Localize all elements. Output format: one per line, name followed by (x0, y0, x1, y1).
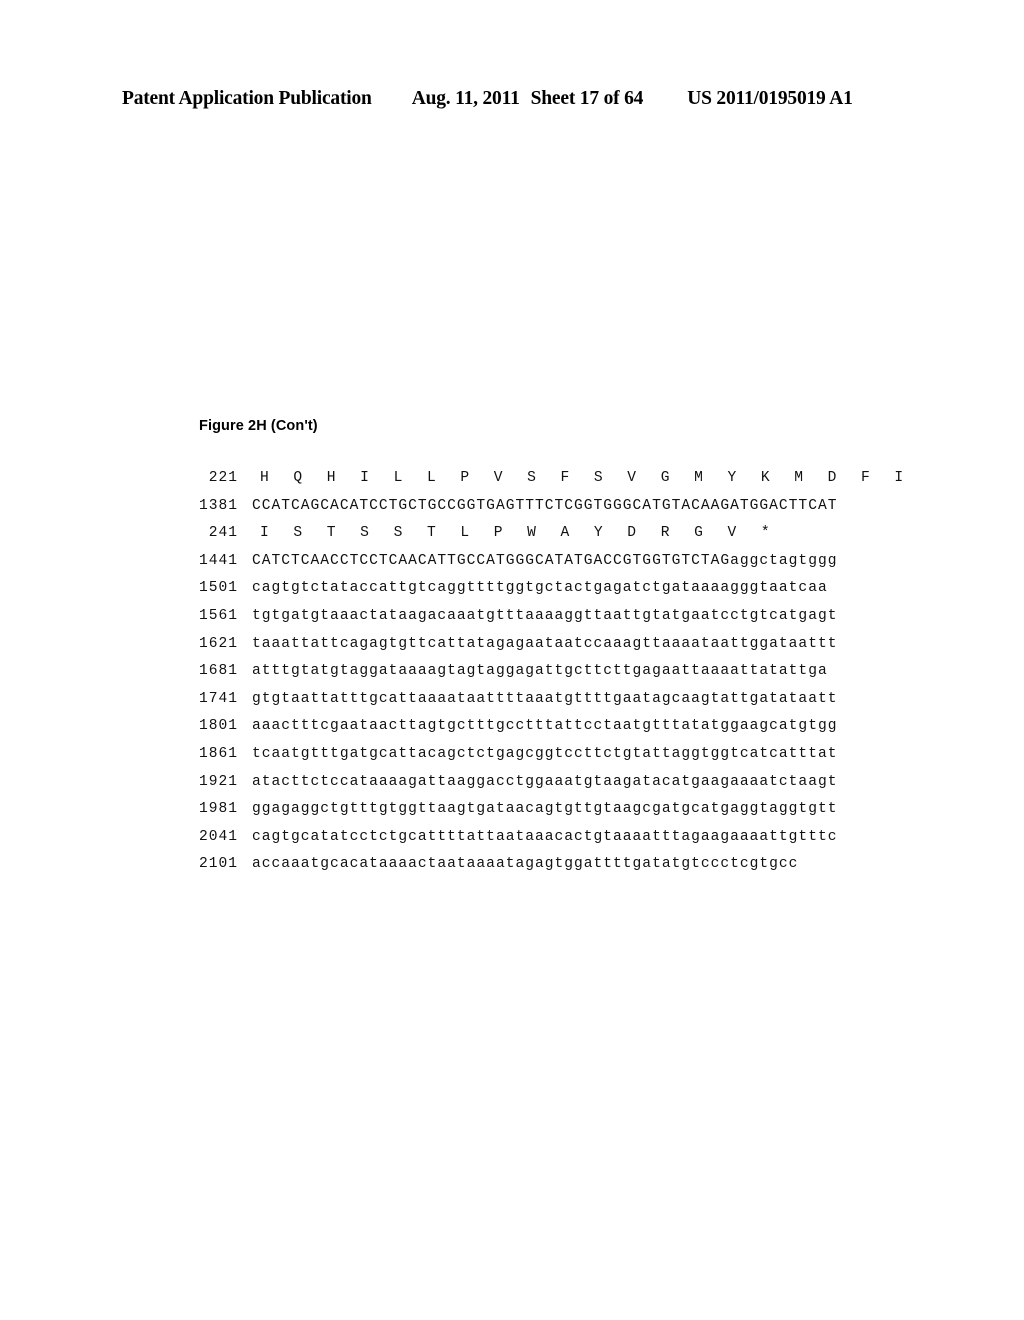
sequence-position-number: 1621 (198, 635, 238, 652)
publication-title: Patent Application Publication (122, 88, 372, 109)
amino-acid-residue: W (527, 525, 537, 542)
sequence-row: 1441 CATCTCAACCTCCTCAACATTGCCATGGGCATATGA… (186, 553, 886, 581)
sequence-row: 1381 CCATCAGCACATCCTGCTGCCGGTGAGTTTCTCGGT… (186, 498, 886, 526)
nucleotide-sequence: atacttctccataaaagattaaggacctggaaatgtaaga… (252, 773, 838, 790)
amino-acid-residue: L (460, 525, 471, 542)
amino-acid-residue: S (293, 525, 304, 542)
sequence-row: 1681 atttgtatgtaggataaaagtagtaggagattgctt… (186, 663, 886, 691)
amino-acid-residue: L (426, 470, 437, 486)
amino-acid-residue: G (660, 470, 671, 486)
amino-acid-residue: S (527, 470, 537, 486)
nucleotide-sequence: cagtgcatatcctctgcattttattaataaacactgtaaa… (252, 828, 838, 845)
sequence-row: 1981 ggagaggctgtttgtggttaagtgataacagtgttg… (186, 801, 886, 829)
sequence-row: 1501 cagtgtctataccattgtcaggttttggtgctactg… (186, 580, 886, 608)
sequence-row: 1921 atacttctccataaaagattaaggacctggaaatgt… (186, 774, 886, 802)
amino-acid-residue: A (560, 525, 571, 542)
amino-acid-residue: S (393, 525, 404, 542)
nucleotide-sequence: tgtgatgtaaactataagacaaatgtttaaaaggttaatt… (252, 607, 838, 624)
sheet-number: Sheet 17 of 64 (530, 88, 644, 109)
protein-residue-sequence: I S T S S T L P W A Y D R G V * (260, 525, 794, 541)
sequence-position-number: 1981 (198, 801, 238, 818)
sequence-position-number: 1381 (198, 497, 238, 514)
amino-acid-residue: Q (293, 470, 304, 486)
sequence-position-number: 2041 (198, 828, 238, 845)
amino-acid-residue: L (393, 470, 404, 486)
amino-acid-residue: K (760, 470, 771, 486)
sequence-position-number: 1921 (198, 773, 238, 790)
sequence-position-number: 221 (208, 470, 238, 486)
nucleotide-sequence: ggagaggctgtttgtggttaagtgataacagtgttgtaag… (252, 801, 838, 818)
amino-acid-residue: H (326, 470, 337, 486)
sequence-position-number: 2101 (198, 856, 238, 873)
amino-acid-residue: F (861, 470, 871, 486)
sequence-row: 1861 tcaatgtttgatgcattacagctctgagcggtcctt… (186, 746, 886, 774)
sequence-row: 241 I S T S S T L P W A Y D R G V * (186, 525, 886, 553)
patent-number: US 2011/0195019 A1 (687, 88, 853, 109)
amino-acid-residue: P (460, 470, 471, 486)
sequence-position-number: 1681 (198, 663, 238, 680)
sequence-position-number: 241 (208, 525, 238, 542)
amino-acid-residue: S (593, 470, 604, 486)
sequence-row: 221 H Q H I L L P V S F S V G M Y K M D F I (186, 470, 903, 498)
sequence-listing: 221 H Q H I L L P V S F S V G M Y K M D F I 1381 CCATCAGCACATC… (186, 470, 903, 884)
amino-acid-residue: I (260, 525, 270, 542)
nucleotide-sequence: gtgtaattatttgcattaaaataattttaaatgttttgaa… (252, 690, 838, 707)
amino-acid-residue: * (760, 525, 771, 542)
sequence-position-number: 1561 (198, 607, 238, 624)
figure-caption: Figure 2H (Con't) (199, 418, 318, 434)
sequence-position-number: 1861 (198, 745, 238, 762)
sequence-position-number: 1741 (198, 690, 238, 707)
amino-acid-residue: H (260, 470, 270, 486)
sequence-row: 1741 gtgtaattatttgcattaaaataattttaaatgttt… (186, 691, 886, 719)
amino-acid-residue: V (493, 470, 504, 486)
amino-acid-residue: D (627, 525, 638, 542)
protein-residue-sequence: HQHILLPVSFSVGMYKMDFI (260, 470, 928, 486)
amino-acid-residue: T (426, 525, 437, 542)
nucleotide-sequence: CCATCAGCACATCCTGCTGCCGGTGAGTTTCTCGGTGGGC… (252, 497, 838, 514)
nucleotide-sequence: accaaatgcacataaaactaataaaatagagtggattttg… (252, 856, 799, 873)
amino-acid-residue: P (493, 525, 504, 542)
sequence-row: 2101 accaaatgcacataaaactaataaaatagagtggat… (186, 856, 886, 884)
page-running-header: Patent Application Publication Aug. 11, … (122, 88, 902, 110)
amino-acid-residue: R (660, 525, 671, 542)
amino-acid-residue: D (827, 470, 838, 486)
amino-acid-residue: M (694, 470, 704, 486)
nucleotide-sequence: CATCTCAACCTCCTCAACATTGCCATGGGCATATGACCGT… (252, 552, 838, 569)
amino-acid-residue: T (326, 525, 337, 542)
amino-acid-residue: S (360, 525, 370, 542)
amino-acid-residue: Y (593, 525, 604, 542)
sequence-row: 1561 tgtgatgtaaactataagacaaatgtttaaaaggtt… (186, 608, 886, 636)
amino-acid-residue: I (360, 470, 370, 486)
nucleotide-sequence: atttgtatgtaggataaaagtagtaggagattgcttcttg… (252, 663, 828, 680)
sequence-row: 1621 taaattattcagagtgttcattatagagaataatcc… (186, 636, 886, 664)
sequence-row: 1801 aaactttcgaataacttagtgctttgcctttattcc… (186, 718, 886, 746)
amino-acid-residue: V (627, 470, 638, 486)
amino-acid-residue: V (727, 525, 738, 542)
sequence-position-number: 1801 (198, 718, 238, 735)
sequence-row: 2041 cagtgcatatcctctgcattttattaataaacactg… (186, 829, 886, 857)
nucleotide-sequence: aaactttcgaataacttagtgctttgcctttattcctaat… (252, 718, 838, 735)
amino-acid-residue: Y (727, 470, 738, 486)
sequence-position-number: 1501 (198, 580, 238, 597)
amino-acid-residue: I (894, 470, 905, 486)
amino-acid-residue: M (794, 470, 805, 486)
sequence-position-number: 1441 (198, 552, 238, 569)
nucleotide-sequence: cagtgtctataccattgtcaggttttggtgctactgagat… (252, 580, 828, 597)
amino-acid-residue: F (560, 470, 571, 486)
publication-date: Aug. 11, 2011 (411, 88, 520, 109)
amino-acid-residue: G (694, 525, 704, 542)
nucleotide-sequence: tcaatgtttgatgcattacagctctgagcggtccttctgt… (252, 745, 838, 762)
nucleotide-sequence: taaattattcagagtgttcattatagagaataatccaaag… (252, 635, 838, 652)
